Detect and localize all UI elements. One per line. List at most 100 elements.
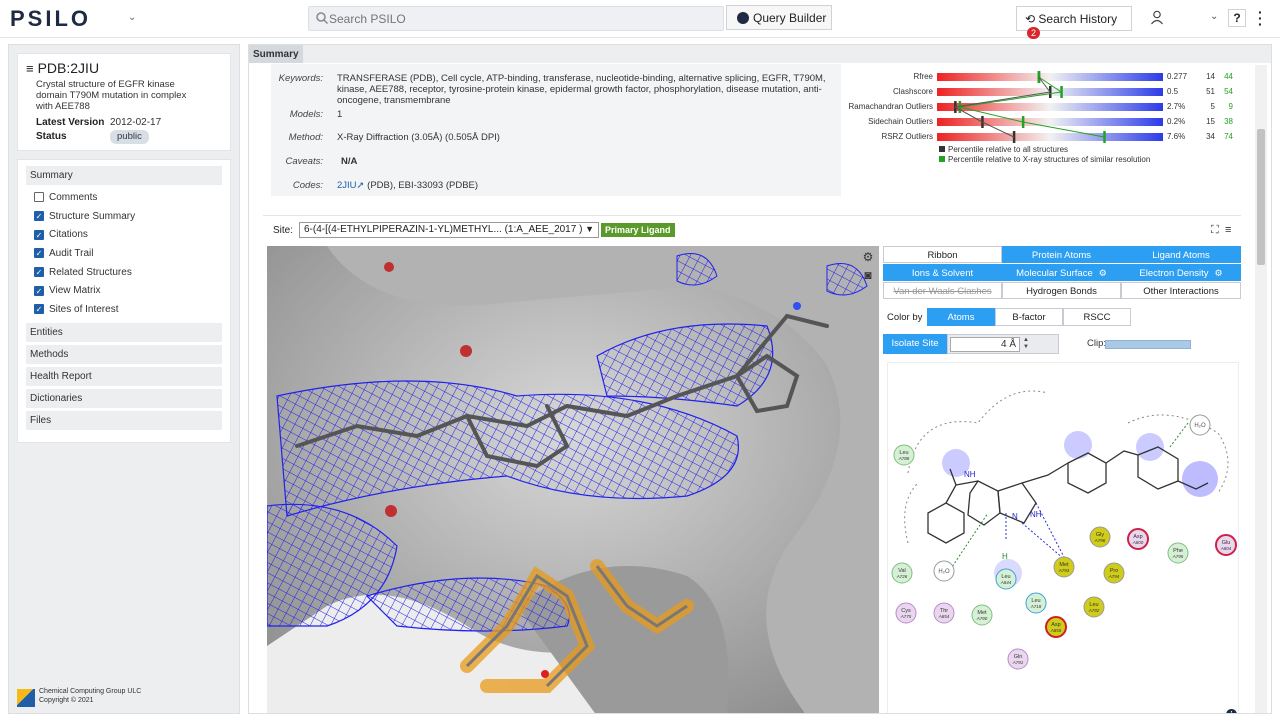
ccg-logo [17, 689, 35, 707]
site-select-value: 6-(4-[(4-ETHYLPIPERAZIN-1-YL)METHYL... (… [304, 224, 583, 235]
more-menu-icon[interactable]: · · · [1258, 5, 1264, 31]
chevron-down-icon[interactable]: ⌄ [128, 12, 136, 23]
residue-number: A794 [1108, 574, 1120, 579]
metric-value: 0.277 [1167, 72, 1188, 81]
nav-checkbox-sites-of-interest[interactable]: ✓ Sites of Interest [26, 300, 222, 319]
nav-section-dictionaries[interactable]: Dictionaries [26, 388, 222, 408]
percentile-bar [937, 133, 1163, 141]
external-link-icon: ➚ [356, 180, 365, 191]
gear-icon[interactable]: ⚙ [1099, 265, 1107, 282]
color-by-rscc[interactable]: RSCC [1063, 308, 1131, 326]
history-icon: ⟲ [1025, 12, 1039, 26]
toggle-molecular-surface[interactable]: Molecular Surface ⚙ [1002, 264, 1121, 281]
residue-number: A793 [1058, 568, 1070, 573]
menu-icon[interactable]: ≡ [1225, 224, 1231, 236]
ligand-interaction-diagram: NH N NH H Leu A788 Val A726 Cys A775 Thr A854 Me… [887, 362, 1239, 713]
fullscreen-icon[interactable]: ⛶ [1211, 224, 1219, 237]
nav-checkbox-structure-summary[interactable]: ✓ Structure Summary [26, 207, 222, 226]
toggle-van-der-waals-clashes[interactable]: Van der Waals Clashes [883, 282, 1002, 299]
codes-rest: (PDB), EBI-33093 (PDBE) [364, 180, 479, 191]
toggle-ligand-atoms[interactable]: Ligand Atoms [1121, 246, 1241, 263]
pdb-code-link[interactable]: 2JIU [337, 180, 357, 191]
residue-number: A788 [898, 456, 910, 461]
color-by-atoms[interactable]: Atoms [927, 308, 995, 326]
scrollbar-thumb[interactable] [1257, 129, 1265, 265]
nav-checkbox-citations[interactable]: ✓ Citations [26, 225, 222, 244]
toggle-label: Van der Waals Clashes [893, 286, 992, 297]
nav-section-summary[interactable]: Summary [26, 166, 222, 185]
residue-number: A792 [1088, 608, 1100, 613]
camera-icon[interactable]: ◙ [859, 268, 877, 284]
toggle-electron-density[interactable]: Electron Density ⚙ [1121, 264, 1241, 281]
nav-section-health-report[interactable]: Health Report [26, 366, 222, 386]
metric-xray: 9 [1229, 102, 1234, 111]
checkbox-icon[interactable]: ✓ [34, 211, 44, 222]
nav-checkbox-comments[interactable]: Comments [26, 188, 222, 207]
hamburger-icon[interactable]: ≡ [26, 61, 34, 76]
stepper-arrows-icon[interactable]: ▲ ▼ [1023, 337, 1029, 351]
status-badge: public [110, 130, 149, 144]
checkbox-icon[interactable] [34, 192, 44, 203]
isolate-site-button[interactable]: Isolate Site [883, 334, 947, 354]
main-scrollbar[interactable] [1255, 65, 1267, 713]
user-icon[interactable] [1150, 10, 1164, 25]
nav-checkbox-label: Audit Trail [49, 247, 94, 259]
nav-checkbox-label: Comments [49, 191, 98, 203]
residue-number: A800 [1132, 540, 1144, 545]
checkbox-icon[interactable]: ✓ [34, 267, 44, 278]
color-by-b-factor[interactable]: B-factor [995, 308, 1063, 326]
checkbox-icon[interactable]: ✓ [34, 229, 44, 240]
3d-viewer-canvas[interactable]: ⚙ ◙ [267, 246, 879, 714]
legend-all: Percentile relative to all structures [939, 145, 1068, 154]
toggle-ribbon[interactable]: Ribbon [883, 246, 1002, 263]
nav-checkbox-label: Sites of Interest [49, 303, 119, 315]
toggle-ions-solvent[interactable]: Ions & Solvent [883, 264, 1002, 281]
caveats-value: N/A [341, 156, 358, 167]
nav-checkbox-audit-trail[interactable]: ✓ Audit Trail [26, 244, 222, 263]
gear-icon[interactable]: ⚙ [1215, 265, 1223, 282]
search-history-label: Search History [1038, 12, 1118, 26]
nav-checkbox-view-matrix[interactable]: ✓ View Matrix [26, 281, 222, 300]
search-history-button[interactable]: ⟲ Search History2 [1016, 6, 1132, 39]
residue-number: A718 [1030, 604, 1042, 609]
query-builder-button[interactable]: Query Builder [726, 5, 832, 30]
toggle-label: Other Interactions [1143, 286, 1219, 297]
entry-title: ≡ PDB:2JIU [26, 60, 222, 76]
nav-checkbox-related-structures[interactable]: ✓ Related Structures [26, 263, 222, 282]
search-bar[interactable] [308, 6, 724, 31]
metric-value: 0.2% [1167, 117, 1185, 126]
checkbox-icon[interactable]: ✓ [34, 285, 44, 296]
molecule-render[interactable] [267, 246, 879, 714]
psilo-logo[interactable]: PSILO [10, 6, 91, 32]
nav-section-methods[interactable]: Methods [26, 344, 222, 364]
latest-version-value: 2012-02-17 [110, 117, 162, 128]
keywords-label: Keywords: [278, 73, 323, 84]
search-input[interactable] [329, 10, 709, 28]
user-menu-chevron-icon[interactable]: ⌄ [1210, 11, 1218, 22]
entry-description: Crystal structure of EGFR kinase domain … [36, 79, 187, 112]
nav-section-files[interactable]: Files [26, 410, 222, 430]
isolate-radius-input[interactable]: 4 Å [950, 337, 1020, 352]
settings-gear-icon[interactable]: ⚙ [859, 250, 877, 266]
entry-meta: Latest Version 2012-02-17 Status public [36, 116, 222, 144]
clip-slider[interactable] [1105, 340, 1191, 349]
metric-xray: 38 [1224, 117, 1233, 126]
metric-all: 51 [1206, 87, 1215, 96]
tab-summary[interactable]: Summary [249, 45, 303, 63]
latest-version-label: Latest Version [36, 117, 105, 128]
toggle-other-interactions[interactable]: Other Interactions [1121, 282, 1241, 299]
toggle-hydrogen-bonds[interactable]: Hydrogen Bonds [1002, 282, 1121, 299]
toggle-protein-atoms[interactable]: Protein Atoms [1002, 246, 1121, 263]
metric-name: Sidechain Outliers [868, 117, 933, 126]
info-icon[interactable]: i [1226, 709, 1237, 713]
display-controls: Ribbon Protein Atoms Ligand Atoms Ions & So… [883, 246, 1241, 713]
select-arrow-icon: ▼ [585, 224, 594, 234]
help-button[interactable]: ? [1228, 9, 1246, 27]
checkbox-icon[interactable]: ✓ [34, 304, 44, 315]
nav-checkbox-label: Citations [49, 229, 88, 241]
checkbox-icon[interactable]: ✓ [34, 248, 44, 259]
percentile-bar [937, 73, 1163, 81]
site-select[interactable]: 6-(4-[(4-ETHYLPIPERAZIN-1-YL)METHYL... (… [299, 222, 599, 238]
method-label: Method: [288, 132, 323, 143]
nav-section-entities[interactable]: Entities [26, 322, 222, 342]
